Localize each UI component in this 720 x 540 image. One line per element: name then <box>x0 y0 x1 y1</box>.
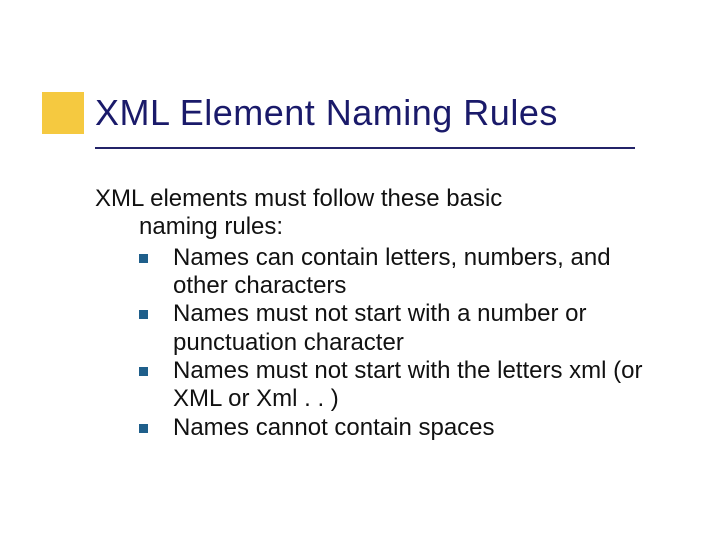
accent-square <box>42 92 84 134</box>
list-item: Names can contain letters, numbers, and … <box>139 244 660 301</box>
square-bullet-icon <box>139 367 148 376</box>
title-block: XML Element Naming Rules <box>95 92 680 139</box>
bullet-text: Names must not start with a number or pu… <box>173 300 586 355</box>
bullet-text: Names must not start with the letters xm… <box>173 357 642 412</box>
body-block: XML elements must follow these basic nam… <box>95 185 660 442</box>
list-item: Names must not start with the letters xm… <box>139 357 660 414</box>
list-item: Names cannot contain spaces <box>139 414 660 442</box>
bullet-text: Names cannot contain spaces <box>173 414 495 441</box>
square-bullet-icon <box>139 424 148 433</box>
square-bullet-icon <box>139 310 148 319</box>
intro-text: XML elements must follow these basic nam… <box>95 185 660 242</box>
bullet-list: Names can contain letters, numbers, and … <box>95 244 660 442</box>
intro-line-1: XML elements must follow these basic <box>95 185 502 212</box>
list-item: Names must not start with a number or pu… <box>139 300 660 357</box>
bullet-text: Names can contain letters, numbers, and … <box>173 244 611 299</box>
title-underline <box>95 147 635 149</box>
intro-line-2: naming rules: <box>95 213 660 241</box>
slide-title: XML Element Naming Rules <box>95 92 680 133</box>
square-bullet-icon <box>139 254 148 263</box>
